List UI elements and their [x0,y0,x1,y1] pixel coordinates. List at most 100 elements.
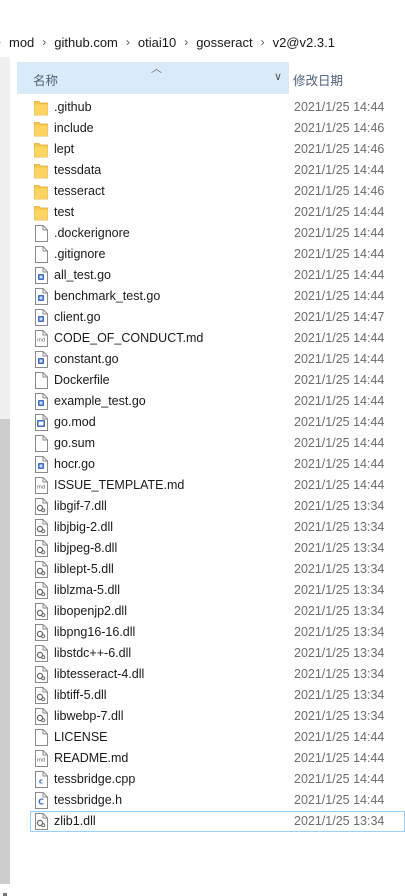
file-date-modified: 2021/1/25 14:44 [294,352,385,366]
file-row[interactable]: libtiff-5.dll 2021/1/25 13:34 [30,685,405,706]
dll-file-icon [34,519,48,536]
file-icon [34,372,48,389]
file-row[interactable]: Dockerfile 2021/1/25 14:44 [30,370,405,391]
scrollbar-thumb[interactable] [0,419,10,884]
breadcrumb-item[interactable]: v2@v2.3.1 [271,35,337,50]
file-name: .github [54,100,92,114]
file-name: libwebp-7.dll [54,709,124,723]
file-date-modified: 2021/1/25 14:44 [294,478,385,492]
file-row[interactable]: md README.md 2021/1/25 14:44 [30,748,405,769]
markdown-file-icon: md [34,330,48,347]
file-icon [34,729,48,746]
file-date-modified: 2021/1/25 14:44 [294,205,385,219]
file-date-modified: 2021/1/25 14:46 [294,184,385,198]
go-file-icon [34,456,48,473]
file-row[interactable]: libstdc++-6.dll 2021/1/25 13:34 [30,643,405,664]
breadcrumb-item[interactable]: gosseract [194,35,254,50]
file-icon [34,225,48,242]
file-name: libopenjp2.dll [54,604,127,618]
file-row[interactable]: libopenjp2.dll 2021/1/25 13:34 [30,601,405,622]
column-header-date-modified[interactable]: 修改日期 [293,70,343,89]
file-name: constant.go [54,352,119,366]
file-date-modified: 2021/1/25 13:34 [294,499,385,513]
file-date-modified: 2021/1/25 14:46 [294,142,385,156]
file-name: include [54,121,94,135]
file-row[interactable]: Ctessbridge.h 2021/1/25 14:44 [30,790,405,811]
file-row[interactable]: constant.go 2021/1/25 14:44 [30,349,405,370]
file-name: test [54,205,75,219]
file-row[interactable]: libgif-7.dll 2021/1/25 13:34 [30,496,405,517]
file-name: liblept-5.dll [54,562,114,576]
file-date-modified: 2021/1/25 14:44 [294,415,385,429]
breadcrumb: ›mod›github.com›otiai10›gosseract›v2@v2.… [0,27,337,57]
file-date-modified: 2021/1/25 14:46 [294,121,385,135]
file-date-modified: 2021/1/25 14:44 [294,100,385,114]
folder-icon [34,204,48,221]
breadcrumb-item[interactable]: github.com [52,35,120,50]
column-header-name[interactable]: ︿ 名称 ∨ [17,62,289,94]
file-row[interactable]: go.mod 2021/1/25 14:44 [30,412,405,433]
file-name: go.mod [54,415,96,429]
file-date-modified: 2021/1/25 13:34 [294,814,385,828]
file-name: example_test.go [54,394,146,408]
file-name: CODE_OF_CONDUCT.md [54,331,204,345]
file-date-modified: 2021/1/25 14:44 [294,268,385,282]
file-row[interactable]: c tessbridge.cpp 2021/1/25 14:44 [30,769,405,790]
chevron-down-icon[interactable]: ∨ [274,70,282,83]
address-bar[interactable]: ›mod›github.com›otiai10›gosseract›v2@v2.… [0,27,405,57]
cpp-file-icon: c [34,771,48,788]
file-row[interactable]: .dockerignore 2021/1/25 14:44 [30,223,405,244]
chevron-right-icon[interactable]: › [0,35,7,49]
file-row[interactable]: example_test.go 2021/1/25 14:44 [30,391,405,412]
chevron-right-icon[interactable]: › [120,35,136,49]
chevron-right-icon[interactable]: › [36,35,52,49]
file-row[interactable]: md CODE_OF_CONDUCT.md 2021/1/25 14:44 [30,328,405,349]
file-row[interactable]: md ISSUE_TEMPLATE.md 2021/1/25 14:44 [30,475,405,496]
dll-file-icon [34,603,48,620]
file-row[interactable]: libjpeg-8.dll 2021/1/25 13:34 [30,538,405,559]
file-row[interactable]: liblzma-5.dll 2021/1/25 13:34 [30,580,405,601]
go-file-icon [34,267,48,284]
file-row[interactable]: go.sum 2021/1/25 14:44 [30,433,405,454]
file-date-modified: 2021/1/25 14:47 [294,310,385,324]
file-row[interactable]: hocr.go 2021/1/25 14:44 [30,454,405,475]
file-name: README.md [54,751,129,765]
file-row[interactable]: libwebp-7.dll 2021/1/25 13:34 [30,706,405,727]
breadcrumb-item[interactable]: mod [7,35,36,50]
file-name: libjbig-2.dll [54,520,114,534]
chevron-right-icon[interactable]: › [178,35,194,49]
chevron-right-icon[interactable]: › [255,35,271,49]
file-row[interactable]: tesseract 2021/1/25 14:46 [30,181,405,202]
file-row[interactable]: test 2021/1/25 14:44 [30,202,405,223]
folder-icon [34,99,48,116]
file-row[interactable]: benchmark_test.go 2021/1/25 14:44 [30,286,405,307]
navigation-pane-scrollbar[interactable] [0,57,10,896]
file-row[interactable]: libjbig-2.dll 2021/1/25 13:34 [30,517,405,538]
folder-icon [34,141,48,158]
file-date-modified: 2021/1/25 14:44 [294,289,385,303]
file-row[interactable]: zlib1.dll 2021/1/25 13:34 [30,811,405,832]
file-row[interactable]: all_test.go 2021/1/25 14:44 [30,265,405,286]
file-date-modified: 2021/1/25 13:34 [294,646,385,660]
file-row[interactable]: libpng16-16.dll 2021/1/25 13:34 [30,622,405,643]
svg-text:md: md [37,338,45,344]
file-name: Dockerfile [54,373,110,387]
file-row[interactable]: include 2021/1/25 14:46 [30,118,405,139]
file-row[interactable]: libtesseract-4.dll 2021/1/25 13:34 [30,664,405,685]
file-name: go.sum [54,436,95,450]
file-row[interactable]: tessdata 2021/1/25 14:44 [30,160,405,181]
file-name: .dockerignore [54,226,130,240]
svg-text:md: md [37,758,45,764]
file-row[interactable]: liblept-5.dll 2021/1/25 13:34 [30,559,405,580]
file-row[interactable]: LICENSE 2021/1/25 14:44 [30,727,405,748]
file-row[interactable]: lept 2021/1/25 14:46 [30,139,405,160]
file-name: libstdc++-6.dll [54,646,132,660]
file-date-modified: 2021/1/25 13:34 [294,541,385,555]
file-name: tessbridge.h [54,793,123,807]
file-date-modified: 2021/1/25 14:44 [294,751,385,765]
breadcrumb-item[interactable]: otiai10 [136,35,178,50]
file-row[interactable]: client.go 2021/1/25 14:47 [30,307,405,328]
file-row[interactable]: .gitignore 2021/1/25 14:44 [30,244,405,265]
file-row[interactable]: .github 2021/1/25 14:44 [30,97,405,118]
folder-icon [34,183,48,200]
